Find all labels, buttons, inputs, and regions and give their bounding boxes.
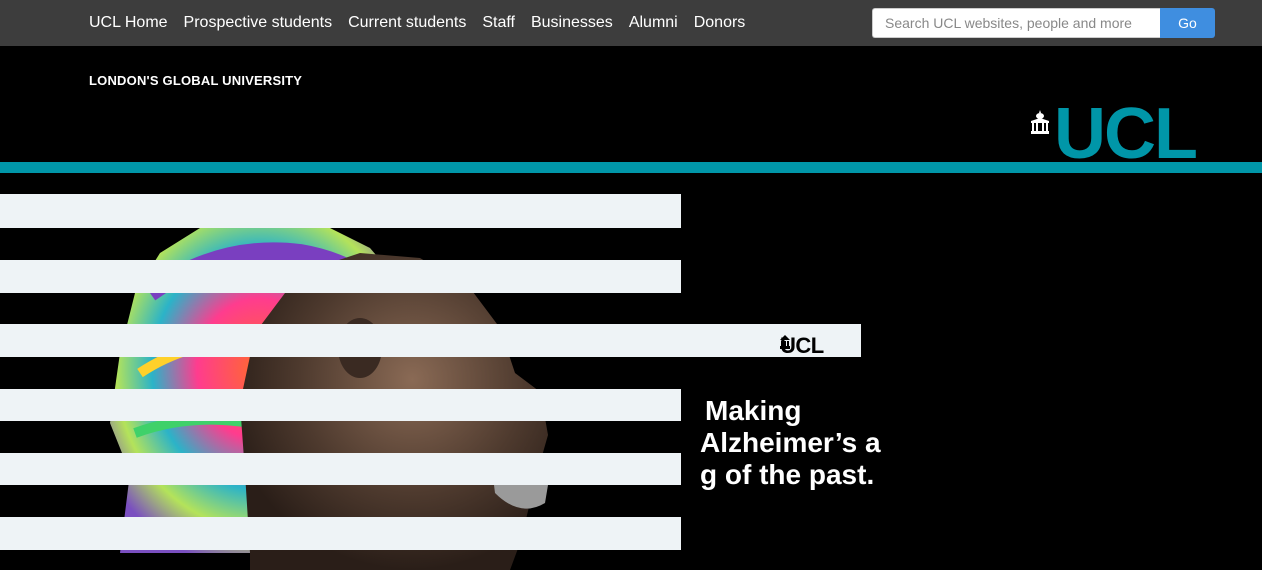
hero-ucl-logo: UCL: [780, 333, 824, 358]
logo-text: UCL: [1054, 94, 1198, 174]
headline-line-1: Making: [705, 395, 802, 426]
search-form: Go: [872, 8, 1215, 38]
headline-line-3: g of the past.: [700, 459, 875, 490]
top-navigation: UCL Home Prospective students Current st…: [89, 0, 761, 46]
nav-prospective-students[interactable]: Prospective students: [184, 14, 333, 32]
top-bar: UCL Home Prospective students Current st…: [0, 0, 1262, 46]
nav-alumni[interactable]: Alumni: [629, 14, 678, 32]
ucl-logo[interactable]: UCL: [1030, 94, 1198, 174]
nav-ucl-home[interactable]: UCL Home: [89, 14, 168, 32]
portico-small-icon: [780, 335, 790, 349]
hero-image: [0, 194, 861, 570]
university-tagline: LONDON'S GLOBAL UNIVERSITY: [89, 73, 303, 88]
headline-line-2: Alzheimer’s a: [700, 427, 881, 458]
nav-businesses[interactable]: Businesses: [531, 14, 613, 32]
nav-current-students[interactable]: Current students: [348, 14, 466, 32]
portico-icon: [1031, 110, 1049, 134]
search-input[interactable]: [872, 8, 1160, 38]
search-go-button[interactable]: Go: [1160, 8, 1215, 38]
hero-headline: Making Alzheimer’s a g of the past.: [700, 395, 920, 491]
hero-banner[interactable]: UCL Making Alzheimer’s a g of the past.: [0, 173, 1262, 570]
header-divider: [0, 162, 1262, 173]
nav-donors[interactable]: Donors: [694, 14, 746, 32]
nav-staff[interactable]: Staff: [482, 14, 515, 32]
